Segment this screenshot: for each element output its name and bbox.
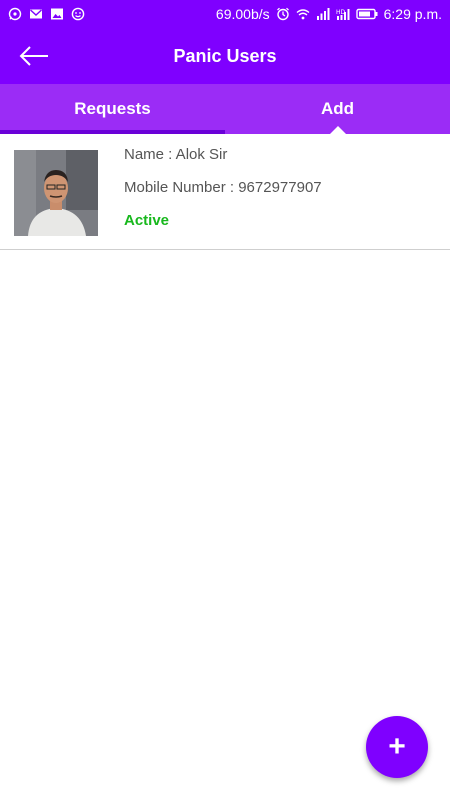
app-bar: Panic Users — [0, 28, 450, 84]
system-status: 69.00b/s HD 6:29 p.m. — [216, 6, 442, 22]
status-badge: Active — [124, 212, 170, 229]
back-button[interactable] — [16, 40, 52, 72]
battery-icon — [355, 7, 378, 21]
page-title: Panic Users — [173, 45, 277, 66]
signal-icon — [316, 7, 330, 21]
plus-icon: + — [388, 730, 406, 763]
tab-bar: Requests Add — [0, 84, 450, 134]
tab-add[interactable]: Add — [225, 84, 450, 134]
smiley-icon — [71, 7, 85, 21]
gallery-icon — [50, 7, 64, 21]
network-speed: 69.00b/s — [215, 6, 270, 22]
status-bar: 69.00b/s HD 6:29 p.m. — [0, 0, 450, 28]
back-arrow-icon — [19, 46, 48, 66]
tab-requests[interactable]: Requests — [0, 84, 225, 134]
wifi-icon — [296, 7, 310, 21]
hd-signal-icon: HD — [336, 7, 350, 21]
whatsapp-icon — [8, 7, 22, 21]
add-user-button[interactable]: + — [366, 716, 428, 778]
selected-tab-caret — [329, 126, 346, 134]
user-name: Name : Alok Sir — [124, 146, 228, 163]
notification-icons — [8, 7, 85, 21]
avatar — [14, 150, 98, 236]
screen: 69.00b/s HD 6:29 p.m. Panic Users Reques… — [0, 0, 450, 800]
user-info: Name : Alok Sir Mobile Number : 96729779… — [124, 146, 322, 229]
alarm-icon — [276, 7, 290, 21]
user-mobile: Mobile Number : 9672977907 — [124, 179, 322, 196]
tab-label: Requests — [74, 99, 151, 118]
list-item[interactable]: Name : Alok Sir Mobile Number : 96729779… — [0, 134, 450, 250]
panic-users-list: Name : Alok Sir Mobile Number : 96729779… — [0, 134, 450, 250]
tab-label: Add — [320, 99, 355, 118]
gmail-icon — [29, 7, 43, 21]
clock: 6:29 p.m. — [383, 6, 442, 22]
